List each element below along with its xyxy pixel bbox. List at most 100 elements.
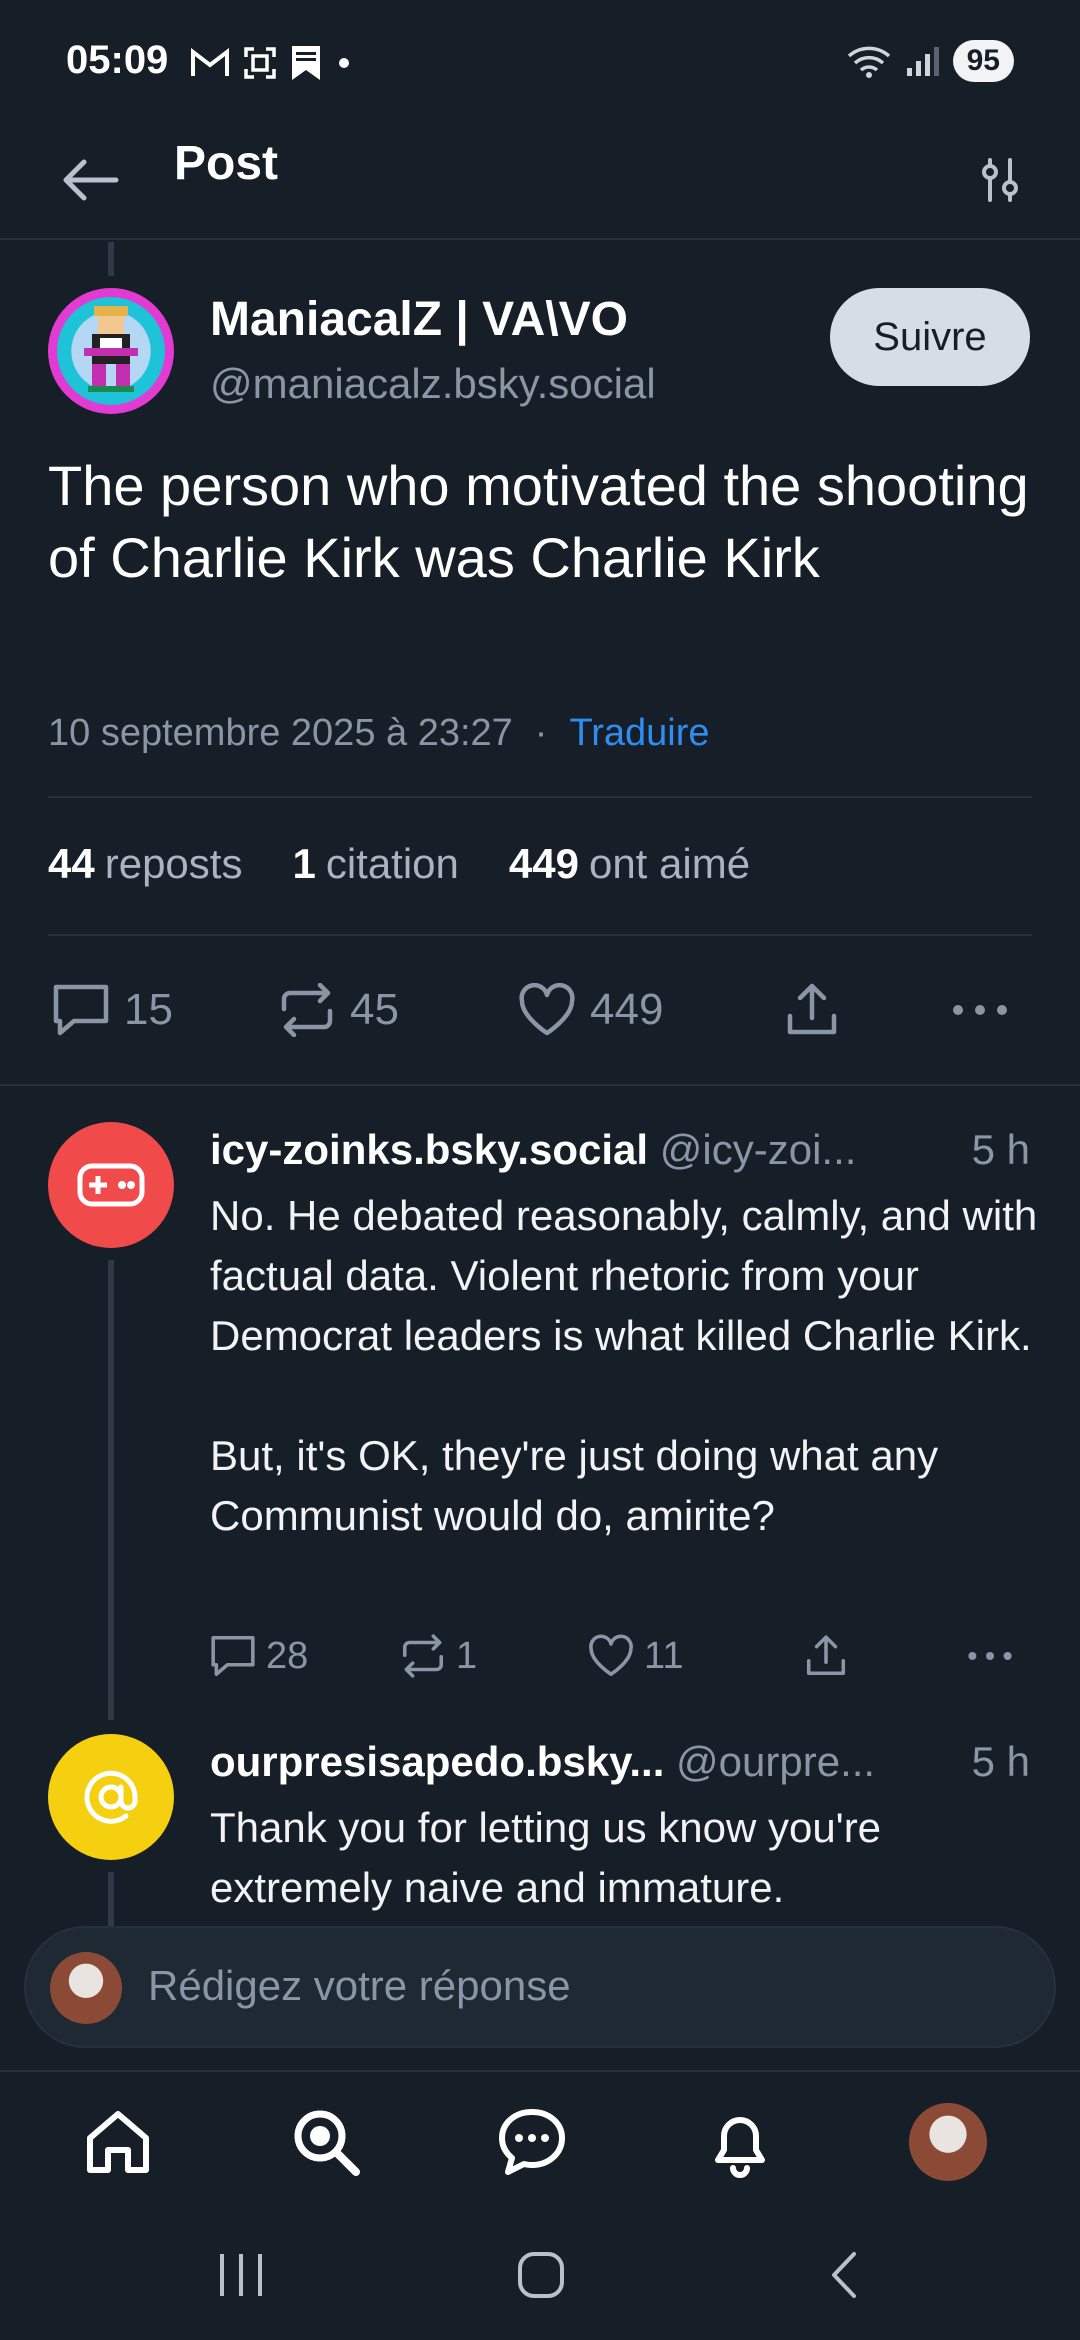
repost-button[interactable]: 45 [278, 970, 399, 1050]
share-icon [787, 983, 837, 1035]
at-icon [84, 1770, 138, 1824]
author-handle[interactable]: @maniacalz.bsky.social [210, 360, 656, 408]
more-horizontal-icon [953, 1005, 1007, 1015]
post-stats: 44 reposts 1 citation 449 ont aimé [48, 840, 750, 888]
nav-search[interactable] [276, 2092, 376, 2192]
divider [48, 934, 1032, 936]
wifi-icon [847, 46, 890, 78]
reply-button[interactable]: 28 [210, 1626, 308, 1686]
recent-apps-button[interactable] [196, 2240, 286, 2310]
reply-count: 28 [266, 1634, 309, 1677]
heart-icon [519, 983, 575, 1036]
reply-avatar[interactable] [48, 1122, 174, 1248]
thread-connector [108, 1872, 114, 1926]
reply-author-handle[interactable]: @ourpre... [676, 1738, 875, 1785]
thread-settings-button[interactable] [960, 140, 1040, 220]
divider [48, 796, 1032, 798]
more-horizontal-icon [968, 1652, 1012, 1660]
repost-icon [402, 1634, 444, 1678]
bottom-navigation [0, 2070, 1080, 2210]
share-icon [806, 1635, 846, 1676]
author-name[interactable]: ManiacalZ | VA\VO [210, 292, 628, 347]
follow-button[interactable]: Suivre [830, 288, 1030, 386]
reply-text: No. He debated reasonably, calmly, and w… [210, 1192, 1038, 1539]
composer-placeholder: Rédigez votre réponse [148, 1962, 571, 2009]
more-options-button[interactable] [966, 1626, 1014, 1686]
quotes-stat[interactable]: 1 citation [292, 840, 458, 888]
home-icon [87, 2111, 149, 2173]
system-navigation-bar [0, 2210, 1080, 2340]
bell-icon [715, 2117, 765, 2178]
chat-icon [499, 2109, 565, 2175]
bookmark-icon [292, 46, 320, 80]
post-actions: 15 45 449 [48, 970, 1032, 1050]
section-divider [0, 1084, 1080, 1086]
reply-header: icy-zoinks.bsky.social @icy-zoi... 5 h [210, 1126, 1030, 1174]
like-count: 449 [590, 985, 664, 1034]
search-icon [294, 2110, 360, 2176]
reply-time: 5 h [971, 1126, 1030, 1173]
system-back-button[interactable] [800, 2240, 890, 2310]
repost-count: 1 [456, 1634, 478, 1677]
reply-avatar[interactable] [48, 1734, 174, 1860]
translate-link[interactable]: Traduire [569, 712, 709, 754]
repost-icon [281, 983, 333, 1037]
reply-time: 5 h [971, 1738, 1030, 1785]
gmail-icon [191, 48, 229, 76]
likes-stat[interactable]: 449 ont aimé [509, 840, 750, 888]
home-square-icon [518, 2252, 564, 2298]
my-avatar [50, 1952, 122, 2024]
profile-avatar [909, 2103, 987, 2181]
more-options-button[interactable] [950, 970, 1010, 1050]
signal-icon [906, 47, 939, 76]
back-button[interactable] [50, 140, 130, 220]
gamepad-icon [77, 1163, 145, 1207]
reply-composer[interactable]: Rédigez votre réponse [24, 1926, 1056, 2048]
status-bar: 05:09 95 [0, 0, 1080, 120]
nav-profile[interactable] [898, 2092, 998, 2192]
reply-button[interactable]: 15 [52, 970, 173, 1050]
share-button[interactable] [784, 970, 840, 1050]
reply-author-name[interactable]: ourpresisapedo.bsky... [210, 1738, 664, 1785]
reposts-stat[interactable]: 44 reposts [48, 840, 242, 888]
post-date: 10 septembre 2025 à 23:27 [48, 712, 513, 754]
repost-button[interactable]: 1 [400, 1626, 477, 1686]
thread-connector [108, 242, 114, 276]
pixel-character-icon [84, 306, 138, 392]
nav-notifications[interactable] [690, 2092, 790, 2192]
screenshot-icon [244, 47, 276, 79]
chevron-left-icon [832, 2252, 856, 2298]
meta-separator: · [534, 712, 548, 754]
reply-count: 15 [124, 985, 173, 1034]
like-button[interactable]: 449 [518, 970, 663, 1050]
heart-icon [589, 1634, 633, 1677]
reply-author-handle[interactable]: @icy-zoi... [660, 1126, 857, 1173]
share-button[interactable] [804, 1626, 848, 1686]
like-count: 11 [644, 1634, 684, 1677]
top-app-bar: Post [0, 120, 1080, 240]
sliders-icon [982, 158, 1018, 202]
thread-connector [108, 1260, 114, 1720]
status-time: 05:09 [66, 38, 169, 82]
reply-header: ourpresisapedo.bsky... @ourpre... 5 h [210, 1738, 1030, 1786]
dot-icon [339, 58, 349, 68]
system-status-icons: 95 [847, 40, 1014, 82]
reply-text: Thank you for letting us know you're ext… [210, 1804, 882, 1911]
reply-author-name[interactable]: icy-zoinks.bsky.social [210, 1126, 648, 1173]
repost-count: 45 [350, 985, 399, 1034]
comment-icon [211, 1635, 255, 1677]
nav-home[interactable] [68, 2092, 168, 2192]
reply-actions: 28 1 11 [210, 1626, 1020, 1686]
like-button[interactable]: 11 [588, 1626, 683, 1686]
author-avatar[interactable] [48, 288, 174, 414]
nav-chat[interactable] [482, 2092, 582, 2192]
page-title: Post [174, 137, 279, 190]
comment-icon [53, 984, 109, 1036]
notification-icons [190, 44, 354, 82]
arrow-left-icon [63, 159, 119, 201]
battery-indicator: 95 [952, 40, 1014, 82]
post-meta: 10 septembre 2025 à 23:27 · Traduire [48, 712, 710, 755]
home-system-button[interactable] [496, 2240, 586, 2310]
post-text: The person who motivated the shooting of… [48, 454, 1029, 589]
recent-apps-icon [220, 2254, 262, 2296]
